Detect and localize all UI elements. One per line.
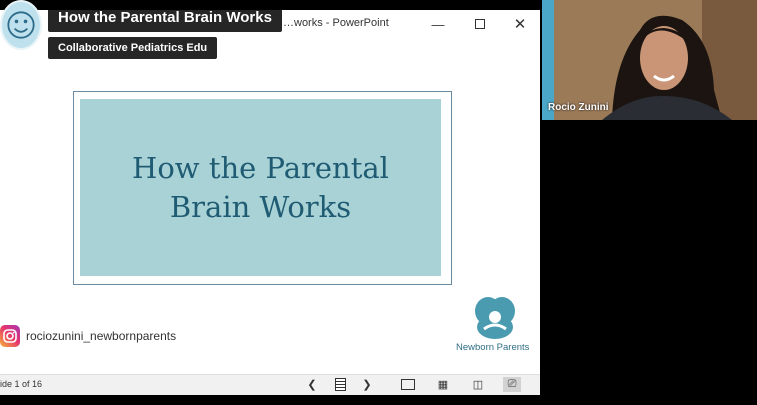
slide-sorter-button[interactable]: ▦ (434, 377, 452, 392)
channel-name[interactable]: Collaborative Pediatrics Edu (48, 37, 218, 59)
slide-show-icon: ⎚ (507, 378, 517, 390)
notes-icon (334, 378, 346, 391)
reading-view-button[interactable]: ◫ (469, 377, 487, 392)
participant-name: Rocio Zunini (548, 102, 609, 113)
newborn-parents-logo-icon (470, 295, 520, 341)
close-icon: ✕ (513, 16, 527, 33)
slide-canvas[interactable]: How the Parental Brain Works rociozunini… (0, 38, 540, 374)
notes-button[interactable] (331, 377, 349, 392)
minimize-icon: — (431, 16, 445, 32)
maximize-button[interactable] (469, 13, 491, 35)
reading-view-icon: ◫ (472, 379, 484, 391)
normal-view-button[interactable] (399, 377, 417, 392)
slide-counter: ide 1 of 16 (0, 379, 43, 389)
smiley-face-icon (7, 11, 35, 39)
logo-name: Newborn Parents (456, 342, 530, 353)
slide-sorter-icon: ▦ (437, 379, 449, 391)
status-bar: ide 1 of 16 ❮ ❯ ▦ ◫ ⎚ (0, 374, 540, 395)
instagram-icon (0, 325, 20, 347)
next-slide-button[interactable]: ❯ (358, 377, 376, 392)
slide-title-line-2: Brain Works (169, 189, 352, 224)
minimize-button[interactable]: — (427, 13, 449, 35)
close-button[interactable]: ✕ (509, 13, 531, 35)
channel-avatar[interactable] (0, 0, 42, 50)
maximize-icon (475, 19, 485, 29)
previous-slide-button[interactable]: ❮ (303, 377, 321, 392)
title-panel: How the Parental Brain Works (80, 99, 441, 276)
powerpoint-window: …works - PowerPoint — ✕ How the Parental… (0, 10, 540, 395)
chevron-right-icon: ❯ (362, 379, 372, 391)
title-frame: How the Parental Brain Works (73, 91, 452, 285)
instagram-handle: rociozunini_newbornparents (26, 329, 177, 343)
slide-show-button[interactable]: ⎚ (503, 377, 521, 392)
slide-title-line-1: How the Parental (132, 150, 389, 185)
window-title: …works - PowerPoint (283, 17, 389, 29)
video-title[interactable]: How the Parental Brain Works (48, 4, 282, 32)
normal-view-icon (401, 379, 415, 390)
chevron-left-icon: ❮ (307, 379, 317, 391)
